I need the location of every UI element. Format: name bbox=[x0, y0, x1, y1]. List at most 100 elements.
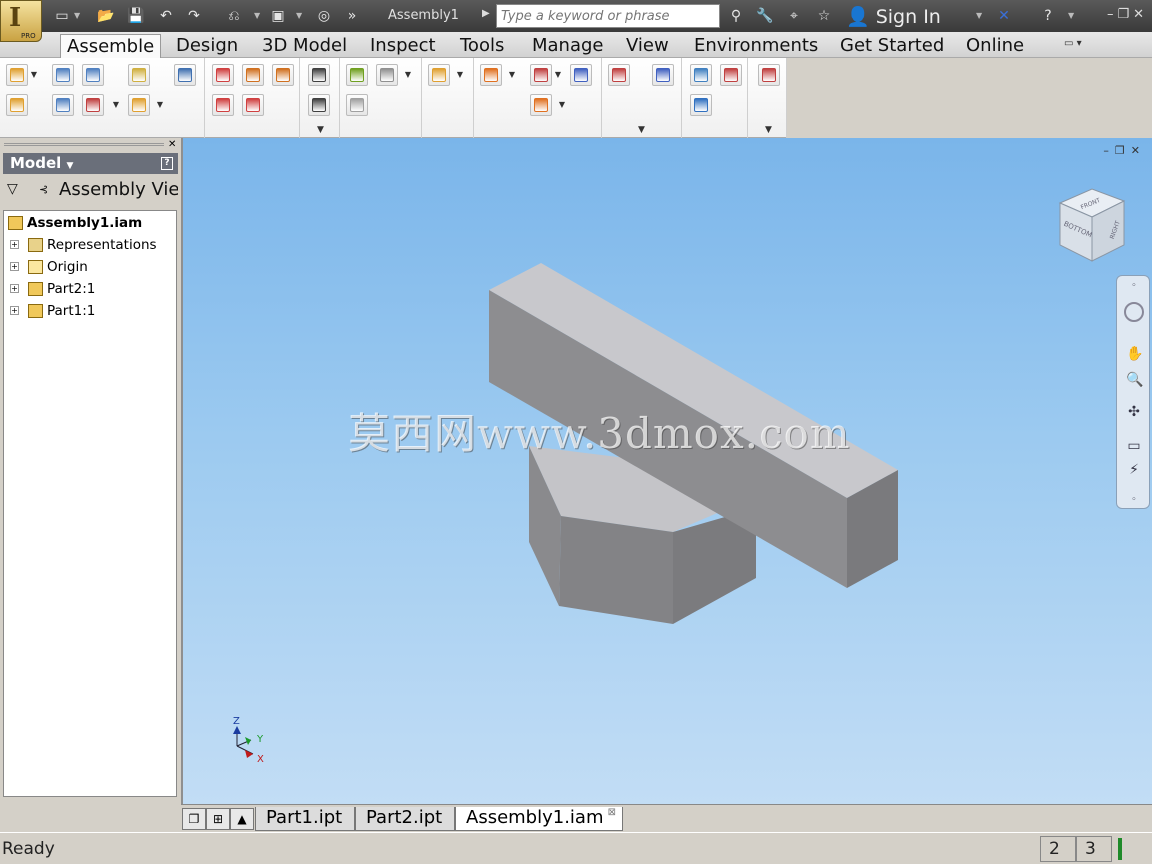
joint-icon[interactable] bbox=[174, 64, 196, 86]
tree-node[interactable]: + Part1:1 bbox=[10, 301, 176, 321]
navbar-menu-icon[interactable]: ◦ bbox=[1126, 492, 1142, 508]
relationship-icon[interactable] bbox=[272, 64, 294, 86]
table-icon[interactable] bbox=[346, 94, 368, 116]
wrench-icon[interactable]: 🔧 bbox=[755, 7, 775, 25]
binoculars-icon[interactable]: ⚲ bbox=[726, 7, 746, 25]
show-motion-icon[interactable]: ⚡ bbox=[1126, 462, 1142, 478]
tab-tools[interactable]: Tools bbox=[454, 34, 510, 58]
tab-environments[interactable]: Environments bbox=[688, 34, 824, 58]
document-tab[interactable]: Part2.ipt bbox=[355, 807, 455, 831]
zoom-icon[interactable]: 🔍 bbox=[1126, 372, 1143, 388]
filter-icon[interactable]: ▽ bbox=[7, 181, 18, 197]
tree-node[interactable]: + Origin bbox=[10, 257, 176, 277]
expand-icon[interactable]: + bbox=[10, 262, 19, 271]
exchange-icon[interactable]: ✕ bbox=[994, 7, 1014, 25]
return-icon[interactable] bbox=[758, 64, 780, 86]
tab-assemble[interactable]: Assemble bbox=[60, 34, 162, 58]
close-tab-icon[interactable]: ⊠ bbox=[608, 808, 616, 818]
redo-icon[interactable]: ↷ bbox=[184, 7, 204, 25]
tab-online[interactable]: Online bbox=[960, 34, 1030, 58]
tree-node[interactable]: Assembly1.iam bbox=[8, 213, 174, 233]
help-dropdown-icon[interactable]: ▼ bbox=[1068, 7, 1076, 25]
tab-3d-model[interactable]: 3D Model bbox=[256, 34, 353, 58]
new-icon[interactable]: ▭ bbox=[52, 7, 72, 25]
derive-icon[interactable] bbox=[480, 64, 502, 86]
tab-manage[interactable]: Manage bbox=[526, 34, 610, 58]
sketch-icon[interactable] bbox=[530, 64, 552, 86]
chevron-down-icon[interactable]: ▼ bbox=[456, 64, 464, 86]
favorites-star-icon[interactable]: ☆ bbox=[814, 7, 834, 25]
sign-in-dropdown-icon[interactable]: ▼ bbox=[976, 7, 984, 25]
appearance-icon[interactable]: ◎ bbox=[314, 7, 334, 25]
create-component-icon[interactable] bbox=[128, 64, 150, 86]
bom-icon[interactable] bbox=[308, 64, 330, 86]
chevron-down-icon[interactable]: ▼ bbox=[404, 64, 412, 86]
navbar-close-icon[interactable]: ◦ bbox=[1126, 278, 1142, 294]
tab-get-started[interactable]: Get Started bbox=[834, 34, 950, 58]
model-geometry[interactable] bbox=[183, 138, 1152, 804]
mirror-icon[interactable] bbox=[82, 64, 104, 86]
view-selector[interactable]: ▽ ⊰ Assembly View bbox=[3, 178, 178, 204]
ifeature-icon[interactable] bbox=[346, 64, 368, 86]
panel-expander-icon[interactable]: ▼ bbox=[638, 125, 645, 135]
sign-in-button[interactable]: 👤 Sign In bbox=[846, 5, 941, 28]
chevron-down-icon[interactable]: ▼ bbox=[508, 64, 516, 86]
viewcube[interactable]: FRONT BOTTOM RIGHT bbox=[1056, 183, 1130, 263]
pattern-icon[interactable] bbox=[52, 64, 74, 86]
pan-icon[interactable]: ✋ bbox=[1126, 346, 1143, 362]
search-input[interactable] bbox=[496, 4, 720, 28]
assemble-icon[interactable] bbox=[242, 64, 264, 86]
place-component-icon[interactable] bbox=[6, 64, 28, 86]
connect-icon[interactable] bbox=[720, 64, 742, 86]
document-tab[interactable]: Part1.ipt bbox=[255, 807, 355, 831]
chevron-down-icon[interactable]: ▼ bbox=[30, 64, 38, 86]
application-menu-button[interactable]: I PRO bbox=[0, 0, 42, 42]
window-controls[interactable]: –❐✕ bbox=[1107, 7, 1148, 22]
tab-design[interactable]: Design bbox=[170, 34, 244, 58]
steering-wheel-icon[interactable] bbox=[1124, 302, 1144, 322]
chevron-down-icon[interactable]: ▼ bbox=[156, 94, 164, 116]
browser-grip[interactable] bbox=[4, 143, 164, 146]
parameters-icon[interactable] bbox=[308, 94, 330, 116]
analysis-icon[interactable] bbox=[690, 94, 712, 116]
path-icon[interactable] bbox=[652, 64, 674, 86]
tree-node[interactable]: + Representations bbox=[10, 235, 176, 255]
drive-icon[interactable] bbox=[212, 94, 234, 116]
look-at-icon[interactable]: ▭ bbox=[1126, 438, 1142, 454]
tab-inspect[interactable]: Inspect bbox=[364, 34, 442, 58]
help-icon[interactable]: ? bbox=[161, 157, 173, 170]
move-component-icon[interactable] bbox=[82, 94, 104, 116]
tab-view[interactable]: View bbox=[620, 34, 675, 58]
expand-icon[interactable]: + bbox=[10, 284, 19, 293]
graphics-viewport[interactable]: –❐✕ 莫西网www.3dmox.com FRONT BOTTOM RIGHT … bbox=[181, 138, 1152, 804]
help-icon[interactable]: ? bbox=[1038, 7, 1058, 25]
search-expand-icon[interactable]: ▶ bbox=[482, 8, 490, 19]
cascade-windows-icon[interactable]: ❐ bbox=[182, 808, 206, 830]
create-icon[interactable] bbox=[428, 64, 450, 86]
panel-expander-icon[interactable]: ▼ bbox=[765, 125, 772, 135]
panel-expander-icon[interactable]: ▼ bbox=[317, 125, 324, 135]
return-icon[interactable]: ⎌ bbox=[224, 7, 244, 25]
save-icon[interactable]: 💾 bbox=[126, 7, 146, 25]
browser-header[interactable]: Model ▼ ? bbox=[3, 153, 178, 174]
select-dropdown-icon[interactable]: ▼ bbox=[296, 7, 304, 25]
create-part-icon[interactable] bbox=[6, 94, 28, 116]
select-icon[interactable]: ▣ bbox=[268, 7, 288, 25]
replace-icon[interactable] bbox=[52, 94, 74, 116]
new-dropdown-icon[interactable]: ▼ bbox=[74, 7, 82, 25]
chevron-down-icon[interactable]: ▼ bbox=[558, 94, 566, 116]
contact-icon[interactable] bbox=[242, 94, 264, 116]
copy-icon[interactable] bbox=[376, 64, 398, 86]
expand-icon[interactable]: + bbox=[10, 240, 19, 249]
move-icon[interactable] bbox=[608, 64, 630, 86]
work-point-icon[interactable] bbox=[530, 94, 552, 116]
shrinkwrap-icon[interactable] bbox=[128, 94, 150, 116]
orbit-icon[interactable]: ✣ bbox=[1126, 404, 1142, 420]
tile-windows-icon[interactable]: ⊞ bbox=[206, 808, 230, 830]
return-dropdown-icon[interactable]: ▼ bbox=[254, 7, 262, 25]
axis-icon[interactable] bbox=[570, 64, 592, 86]
more-icon[interactable]: » bbox=[342, 7, 362, 25]
expand-icon[interactable]: + bbox=[10, 306, 19, 315]
chevron-down-icon[interactable]: ▼ bbox=[112, 94, 120, 116]
tree-node[interactable]: + Part2:1 bbox=[10, 279, 176, 299]
